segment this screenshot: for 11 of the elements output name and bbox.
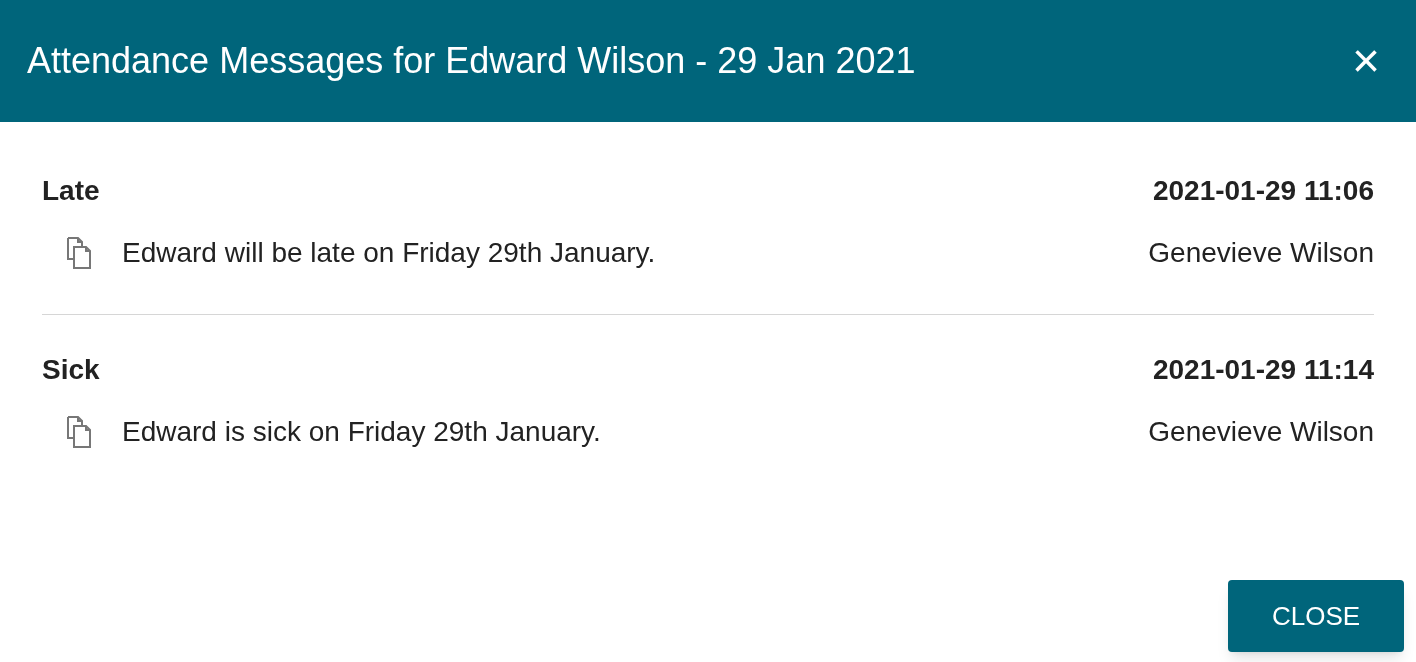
message-author: Genevieve Wilson bbox=[1148, 236, 1374, 270]
close-button[interactable]: × bbox=[1351, 37, 1380, 85]
message-type: Late bbox=[42, 174, 100, 208]
message-text: Edward will be late on Friday 29th January. bbox=[122, 236, 656, 270]
close-button[interactable]: CLOSE bbox=[1228, 580, 1404, 652]
message-type: Sick bbox=[42, 353, 100, 387]
message-text: Edward is sick on Friday 29th January. bbox=[122, 415, 601, 449]
message-timestamp: 2021-01-29 11:14 bbox=[1152, 353, 1374, 387]
dialog-title: Attendance Messages for Edward Wilson - 29 Jan 2021 bbox=[27, 39, 916, 83]
message-timestamp: 2021-01-29 11:06 bbox=[1152, 174, 1374, 208]
message-author: Genevieve Wilson bbox=[1148, 415, 1374, 449]
